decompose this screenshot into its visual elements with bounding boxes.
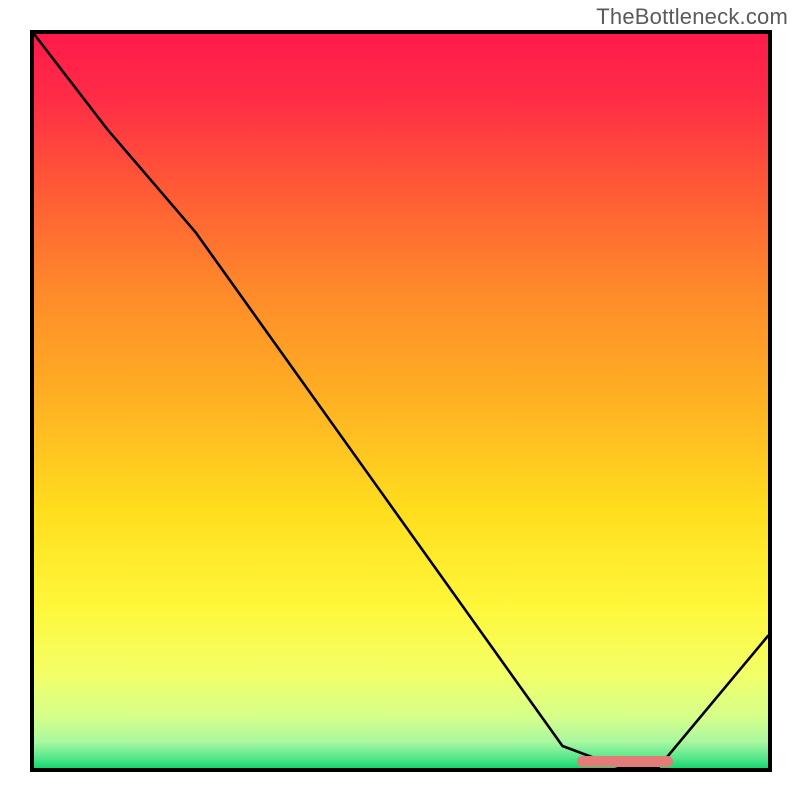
optimal-range-marker: [577, 756, 672, 767]
watermark-label: TheBottleneck.com: [596, 4, 788, 30]
chart-frame: [30, 30, 772, 772]
bottleneck-curve: [34, 34, 768, 768]
